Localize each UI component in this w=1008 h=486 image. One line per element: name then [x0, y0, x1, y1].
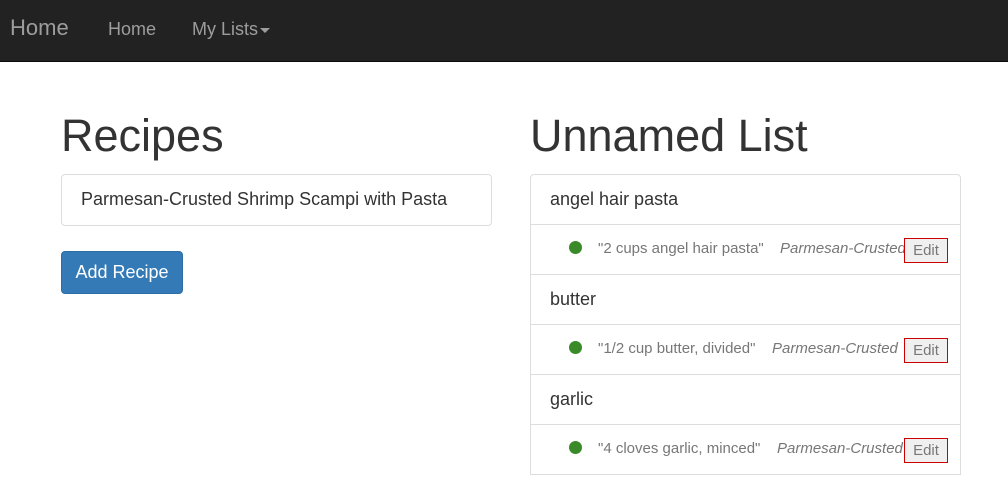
nav-my-lists-dropdown[interactable]: My Lists — [192, 19, 271, 40]
nav-my-lists-label: My Lists — [192, 19, 259, 39]
ingredient-detail-row: "1/2 cup butter, divided" Parmesan-Crust… — [531, 325, 960, 375]
ingredient-detail-row: "4 cloves garlic, minced" Parmesan-Crust… — [531, 425, 960, 475]
recipe-list-item[interactable]: Parmesan-Crusted Shrimp Scampi with Past… — [61, 174, 492, 226]
list-heading: Unnamed List — [530, 110, 808, 161]
quantity-text: "2 cups angel hair pasta" — [598, 240, 764, 257]
caret-down-icon — [260, 27, 271, 33]
quantity-text: "4 cloves garlic, minced" — [598, 440, 761, 457]
source-recipe-text: Parmesan-Crusted Shrimp Scampi with Past… — [777, 440, 905, 457]
source-recipe-text: Parmesan-Crusted Shrimp Scampi with Past… — [772, 340, 900, 357]
status-dot-icon — [569, 241, 582, 254]
add-recipe-button[interactable]: Add Recipe — [61, 251, 183, 294]
status-dot-icon — [569, 341, 582, 354]
recipes-heading: Recipes — [61, 110, 224, 161]
ingredient-list: angel hair pasta "2 cups angel hair past… — [530, 174, 961, 475]
ingredient-row-angel-hair-pasta[interactable]: angel hair pasta — [531, 175, 960, 225]
ingredient-row-butter[interactable]: butter — [531, 275, 960, 325]
edit-button[interactable]: Edit — [904, 238, 948, 263]
ingredient-row-garlic[interactable]: garlic — [531, 375, 960, 425]
source-recipe-text: Parmesan-Crusted Shrimp Scampi with Past… — [780, 240, 908, 257]
nav-home-link[interactable]: Home — [108, 19, 156, 40]
quantity-text: "1/2 cup butter, divided" — [598, 340, 756, 357]
navbar: Home Home My Lists — [0, 0, 1008, 62]
edit-button[interactable]: Edit — [904, 438, 948, 463]
status-dot-icon — [569, 441, 582, 454]
edit-button[interactable]: Edit — [904, 338, 948, 363]
ingredient-detail-row: "2 cups angel hair pasta" Parmesan-Crust… — [531, 225, 960, 275]
navbar-brand[interactable]: Home — [10, 15, 69, 41]
